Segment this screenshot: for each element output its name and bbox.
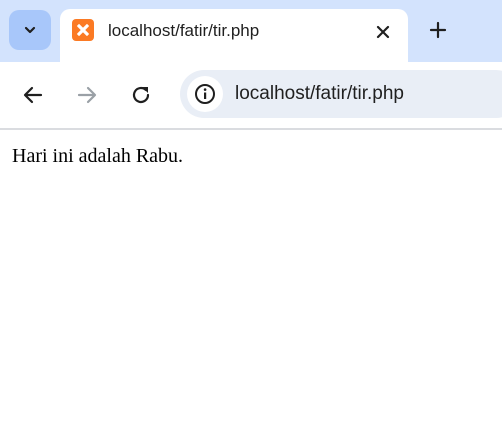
reload-icon bbox=[132, 86, 150, 104]
browser-window: localhost/fatir/tir.php localhost/fatir/… bbox=[0, 0, 502, 428]
close-icon bbox=[376, 25, 390, 39]
arrow-left-icon bbox=[23, 86, 43, 104]
toolbar: localhost/fatir/tir.php bbox=[0, 62, 502, 128]
chevron-down-icon bbox=[24, 26, 36, 34]
tab-title: localhost/fatir/tir.php bbox=[108, 21, 260, 40]
address-bar[interactable]: localhost/fatir/tir.php bbox=[180, 70, 502, 118]
new-tab-button[interactable] bbox=[424, 16, 452, 44]
info-icon bbox=[195, 84, 215, 104]
forward-button[interactable] bbox=[72, 80, 102, 110]
tab-strip: localhost/fatir/tir.php bbox=[0, 0, 502, 62]
back-button[interactable] bbox=[18, 80, 48, 110]
active-tab[interactable]: localhost/fatir/tir.php bbox=[60, 9, 408, 62]
reload-button[interactable] bbox=[126, 80, 156, 110]
plus-icon bbox=[429, 21, 447, 39]
page-text: Hari ini adalah Rabu. bbox=[12, 145, 184, 167]
url-text[interactable]: localhost/fatir/tir.php bbox=[235, 83, 404, 105]
tab-close-button[interactable] bbox=[372, 21, 394, 43]
xampp-icon bbox=[72, 19, 94, 41]
arrow-right-icon bbox=[77, 86, 97, 104]
site-info-button[interactable] bbox=[187, 76, 223, 112]
tab-search-button[interactable] bbox=[9, 10, 51, 50]
page-content: Hari ini adalah Rabu. bbox=[0, 130, 502, 428]
